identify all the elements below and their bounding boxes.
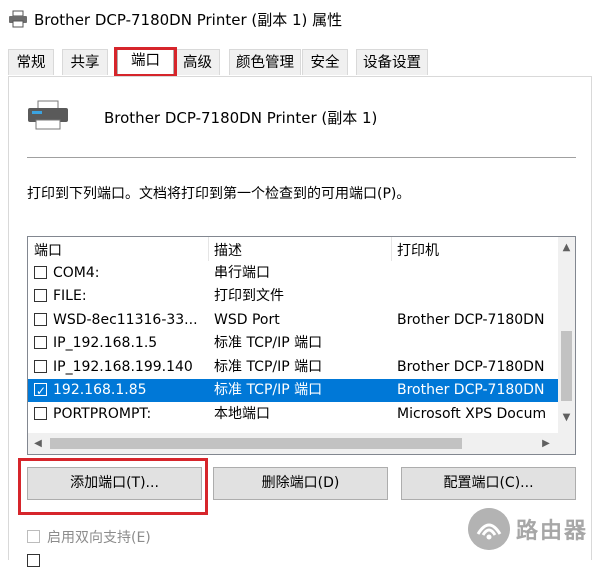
horizontal-scroll-thumb[interactable] — [50, 438, 462, 449]
tab-sharing[interactable]: 共享 — [62, 49, 108, 75]
port-name: COM4: — [53, 265, 100, 281]
scroll-right-arrow-icon[interactable]: ▶ — [538, 435, 554, 452]
list-item[interactable]: PORTPROMPT: 本地端口 Microsoft XPS Docum — [28, 403, 558, 426]
tab-ports[interactable]: 端口 — [117, 47, 174, 77]
router-logo-icon — [468, 508, 510, 550]
list-item-selected[interactable]: ✓ 192.168.1.85 标准 TCP/IP 端口 Brother DCP-… — [28, 379, 558, 402]
printer-icon — [9, 10, 27, 28]
port-description: 串行端口 — [214, 265, 270, 281]
printer-name: Brother DCP-7180DN Printer (副本 1) — [104, 109, 378, 127]
watermark-text: 路由器 — [516, 519, 589, 544]
list-item[interactable]: IP_192.168.1.5 标准 TCP/IP 端口 — [28, 332, 558, 355]
bidirectional-checkbox[interactable] — [27, 530, 40, 543]
port-name: IP_192.168.1.5 — [53, 335, 158, 351]
horizontal-scrollbar[interactable]: ◀ ▶ — [28, 433, 558, 454]
printer-large-icon — [28, 100, 68, 130]
annotation-highlight-button — [18, 458, 208, 515]
port-printer: Brother DCP-7180DN — [397, 312, 545, 328]
port-description: 本地端口 — [214, 406, 270, 422]
port-printer: Microsoft XPS Docum — [397, 406, 547, 422]
list-item[interactable]: FILE: 打印到文件 — [28, 285, 558, 308]
port-printer: Brother DCP-7180DN — [397, 382, 545, 398]
port-description: 标准 TCP/IP 端口 — [214, 382, 323, 398]
column-header-port[interactable]: 端口 — [34, 240, 62, 260]
port-checkbox[interactable] — [34, 289, 47, 302]
column-header-description[interactable]: 描述 — [214, 240, 242, 260]
port-checkbox-checked[interactable]: ✓ — [34, 383, 47, 398]
tab-color-management[interactable]: 颜色管理 — [229, 49, 301, 75]
scroll-down-arrow-icon[interactable]: ▼ — [558, 409, 575, 427]
port-description: 打印到文件 — [214, 288, 284, 304]
instruction-text: 打印到下列端口。文档将打印到第一个检查到的可用端口(P)。 — [27, 186, 411, 202]
port-description: WSD Port — [214, 312, 280, 328]
watermark: 路由器 — [468, 506, 598, 556]
port-name: IP_192.168.199.140 — [53, 359, 193, 375]
bidirectional-label: 启用双向支持(E) — [47, 530, 151, 546]
tab-strip: 常规 共享 端口 高级 颜色管理 安全 设备设置 — [0, 47, 600, 77]
port-printer: Brother DCP-7180DN — [397, 359, 545, 375]
port-checkbox[interactable] — [34, 407, 47, 420]
port-checkbox[interactable] — [34, 336, 47, 349]
port-name: 192.168.1.85 — [53, 382, 147, 398]
list-header: 端口 描述 打印机 — [28, 237, 558, 261]
column-header-printer[interactable]: 打印机 — [397, 240, 439, 260]
tab-advanced[interactable]: 高级 — [175, 49, 220, 75]
list-item[interactable]: WSD-8ec11316-33... WSD Port Brother DCP-… — [28, 309, 558, 332]
tab-general[interactable]: 常规 — [8, 49, 54, 75]
title-bar: Brother DCP-7180DN Printer (副本 1) 属性 — [0, 0, 600, 38]
scroll-left-arrow-icon[interactable]: ◀ — [30, 435, 46, 452]
checkmark-icon: ✓ — [36, 384, 47, 398]
list-item[interactable]: COM4: 串行端口 — [28, 262, 558, 285]
port-checkbox[interactable] — [34, 360, 47, 373]
port-list[interactable]: 端口 描述 打印机 COM4: 串行端口 FILE: 打印到文件 WSD-8ec… — [27, 236, 576, 455]
port-checkbox[interactable] — [34, 266, 47, 279]
tab-security[interactable]: 安全 — [302, 49, 348, 75]
port-name: WSD-8ec11316-33... — [53, 312, 198, 328]
port-description: 标准 TCP/IP 端口 — [214, 335, 323, 351]
vertical-scroll-thumb[interactable] — [561, 331, 572, 401]
port-name: PORTPROMPT: — [53, 406, 152, 422]
delete-port-button[interactable]: 删除端口(D) — [213, 467, 388, 500]
tab-device-settings[interactable]: 设备设置 — [356, 49, 428, 75]
scroll-up-arrow-icon[interactable]: ▲ — [558, 239, 575, 257]
list-item[interactable]: IP_192.168.199.140 标准 TCP/IP 端口 Brother … — [28, 356, 558, 379]
column-divider[interactable] — [391, 237, 392, 261]
configure-port-button[interactable]: 配置端口(C)... — [401, 467, 576, 500]
window-title: Brother DCP-7180DN Printer (副本 1) 属性 — [34, 11, 343, 29]
separator — [27, 157, 576, 158]
scrollbar-corner — [558, 433, 575, 454]
port-checkbox[interactable] — [34, 313, 47, 326]
port-name: FILE: — [53, 288, 87, 304]
printer-pool-checkbox[interactable] — [27, 554, 40, 567]
column-divider[interactable] — [208, 237, 209, 261]
vertical-scrollbar[interactable]: ▲ ▼ — [558, 237, 575, 433]
port-description: 标准 TCP/IP 端口 — [214, 359, 323, 375]
